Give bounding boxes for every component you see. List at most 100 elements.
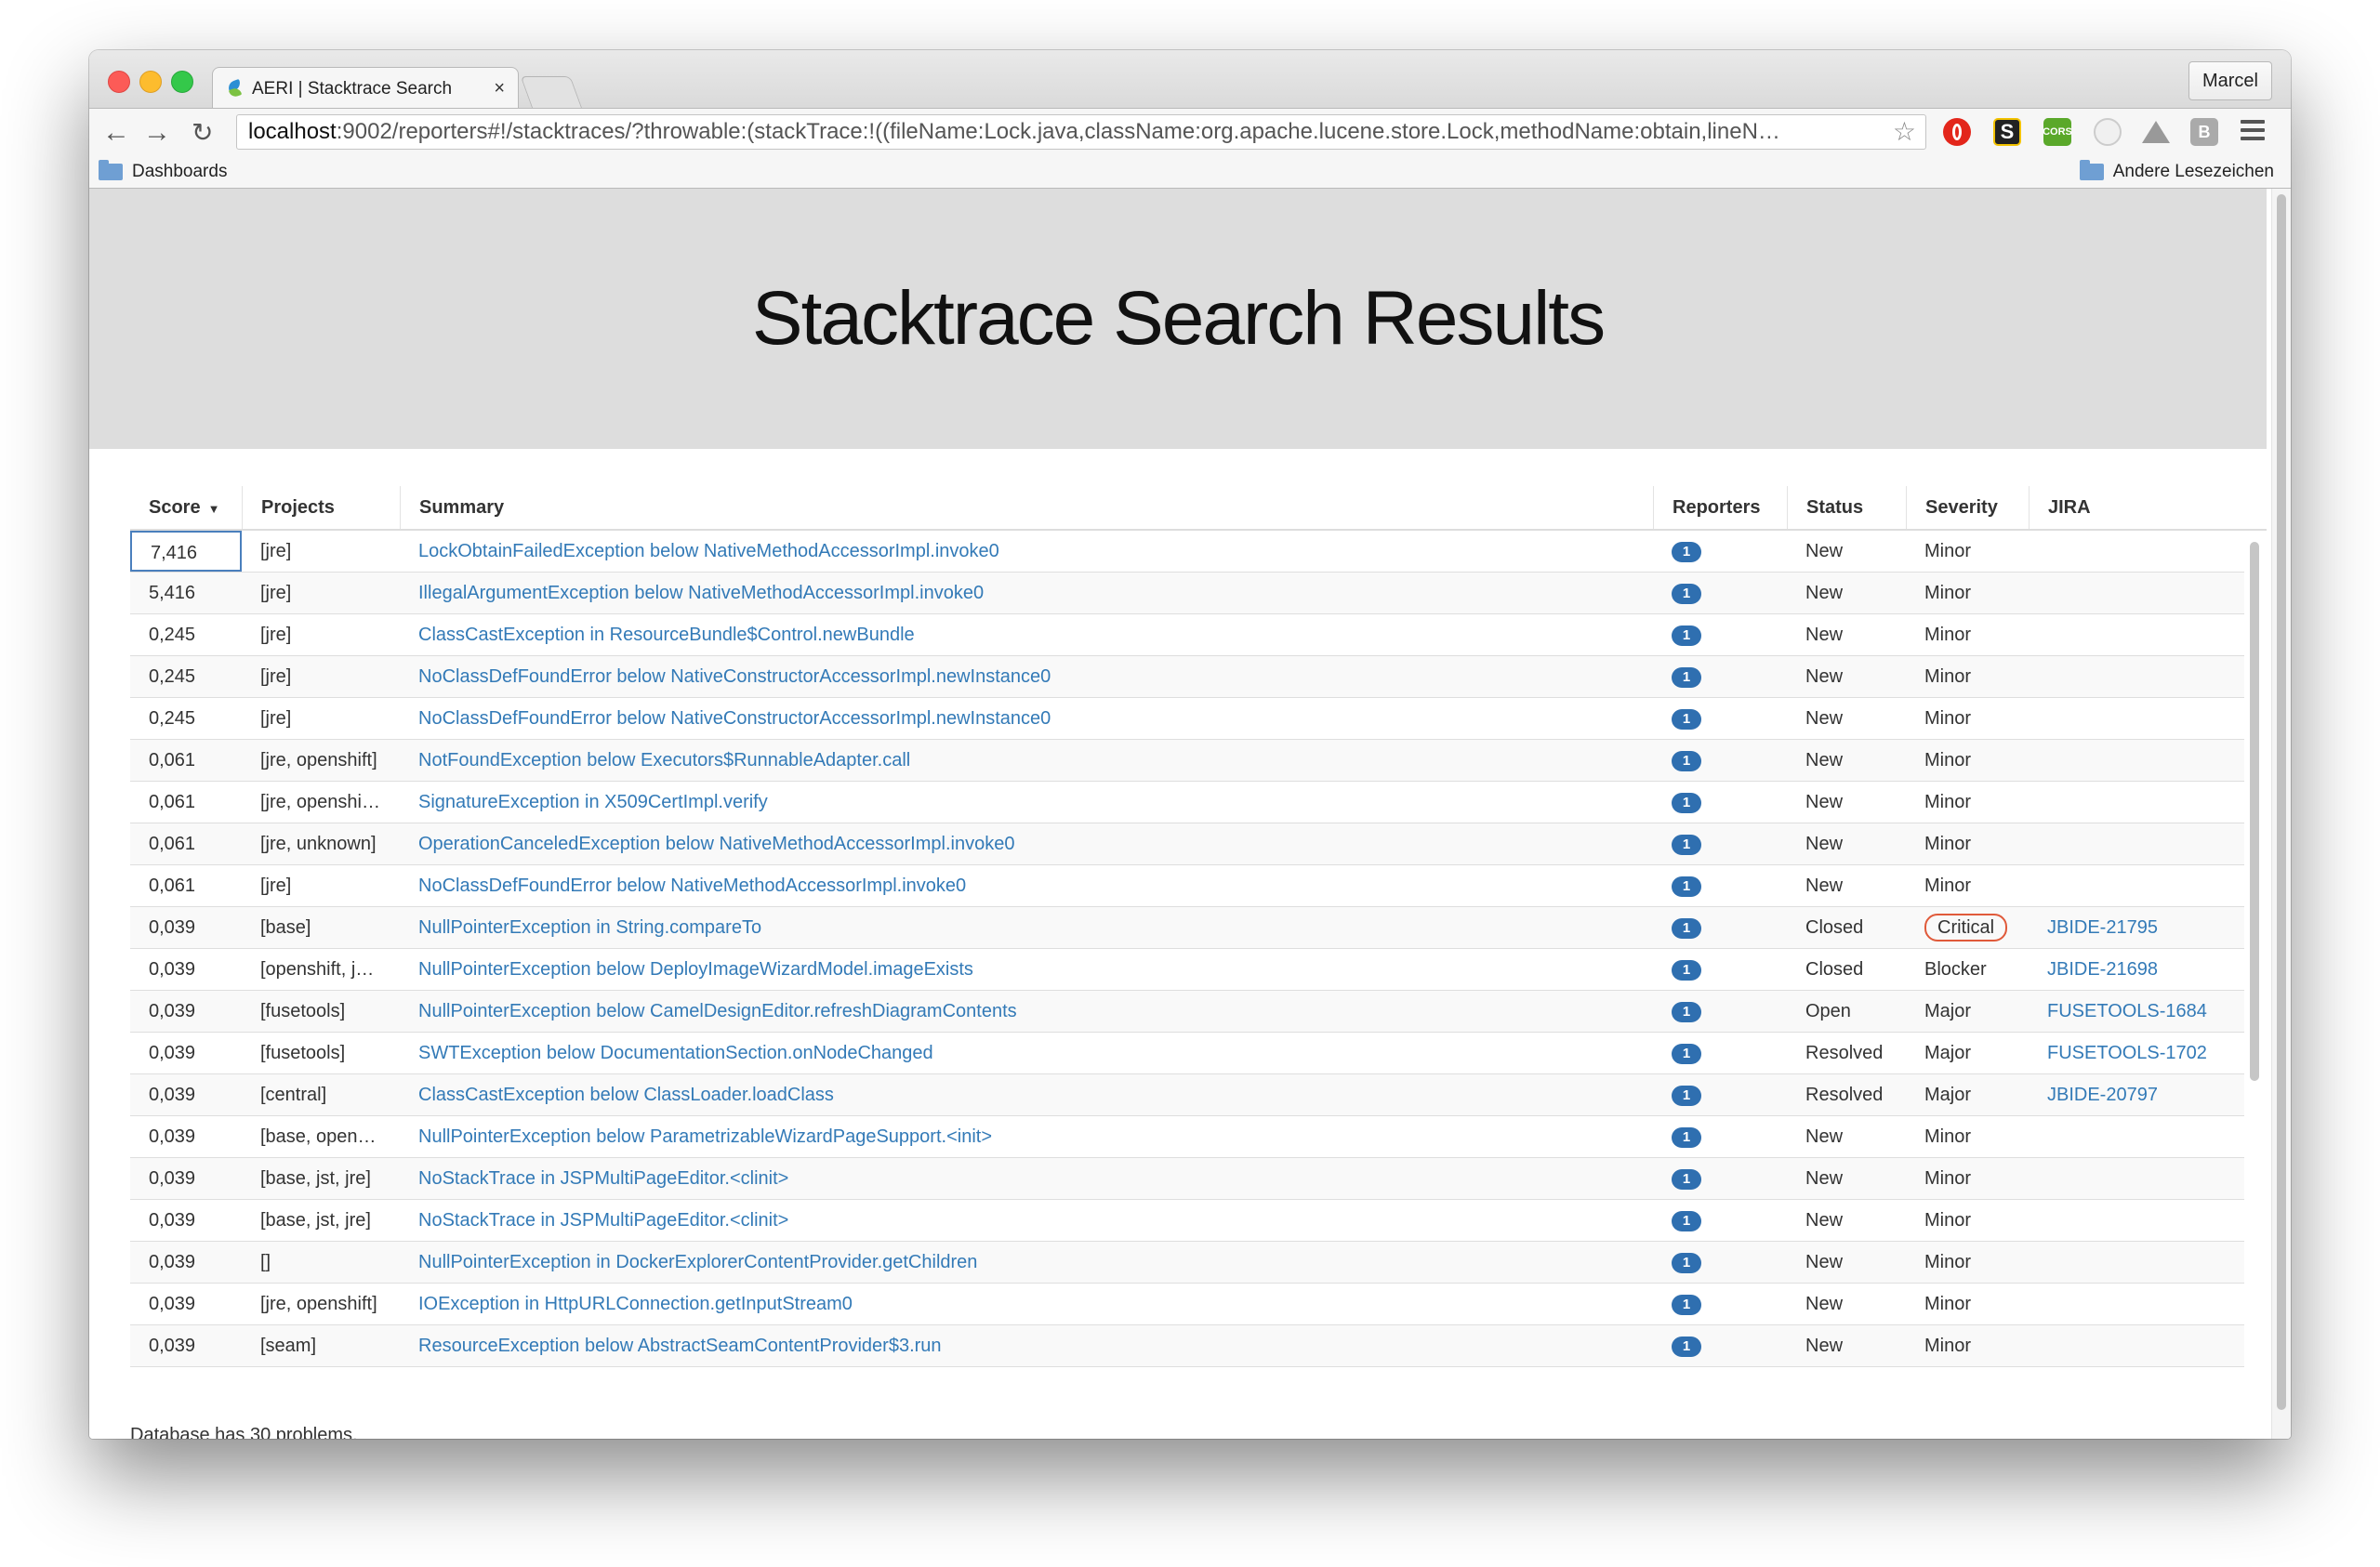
column-status[interactable]: Status	[1787, 486, 1906, 529]
reporters-badge: 1	[1672, 750, 1701, 771]
table-row[interactable]: 0,039 [] NullPointerException in DockerExp…	[130, 1242, 2244, 1284]
b-extension-icon[interactable]: B	[2190, 118, 2218, 146]
jira-link[interactable]: JBIDE-21698	[2047, 959, 2158, 980]
new-tab-button[interactable]	[520, 76, 583, 109]
summary-link[interactable]: LockObtainFailedException below NativeMe…	[418, 541, 999, 561]
table-row[interactable]: 0,039 [jre, openshift] IOException in Http…	[130, 1284, 2244, 1325]
page-scrollbar-thumb[interactable]	[2277, 194, 2286, 1410]
minimize-window-button[interactable]	[139, 71, 162, 93]
cors-extension-icon[interactable]: CORS	[2043, 118, 2072, 146]
summary-link[interactable]: NullPointerException below Parametrizabl…	[418, 1126, 992, 1147]
address-bar[interactable]: localhost:9002/reporters#!/stacktraces/?…	[236, 114, 1926, 150]
summary-link[interactable]: NullPointerException below CamelDesignEd…	[418, 1001, 1017, 1021]
ghostery-extension-icon[interactable]	[2094, 118, 2122, 146]
table-row[interactable]: 0,039 [seam] ResourceException below Abstr…	[130, 1325, 2244, 1367]
summary-link[interactable]: SWTException below DocumentationSection.…	[418, 1043, 933, 1063]
profile-button[interactable]: Marcel	[2188, 61, 2272, 100]
s-extension-icon[interactable]: S	[1993, 118, 2021, 146]
projects-cell: [jre]	[260, 583, 292, 603]
menu-icon[interactable]	[2241, 120, 2265, 145]
zoom-window-button[interactable]	[171, 71, 193, 93]
table-row[interactable]: 7,416 [jre] LockObtainFailedException belo…	[130, 531, 2244, 573]
summary-link[interactable]: ResourceException below AbstractSeamCont…	[418, 1336, 942, 1356]
reporters-badge: 1	[1672, 1210, 1701, 1231]
summary-link[interactable]: NoClassDefFoundError below NativeMethodA…	[418, 876, 966, 896]
table-row[interactable]: 0,061 [jre, unknown] OperationCanceledExce…	[130, 823, 2244, 865]
table-row[interactable]: 0,039 [openshift, j… NullPointerException …	[130, 949, 2244, 991]
projects-cell: [central]	[260, 1085, 327, 1105]
summary-link[interactable]: NullPointerException in DockerExplorerCo…	[418, 1252, 977, 1272]
summary-link[interactable]: NoClassDefFoundError below NativeConstru…	[418, 708, 1051, 729]
table-scrollbar-thumb[interactable]	[2250, 542, 2259, 1081]
summary-link[interactable]: NullPointerException below DeployImageWi…	[418, 959, 973, 980]
reporters-cell: 1	[1653, 991, 1787, 1032]
star-icon[interactable]: ☆	[1893, 115, 1916, 149]
table-row[interactable]: 0,061 [jre, openshi… SignatureException in…	[130, 782, 2244, 823]
score-cell: 0,245	[149, 625, 196, 645]
table-row[interactable]: 0,039 [base, jst, jre] NoStackTrace in JSP…	[130, 1158, 2244, 1200]
forward-icon[interactable]: →	[143, 116, 171, 150]
table-row[interactable]: 0,245 [jre] NoClassDefFoundError below Nat…	[130, 656, 2244, 698]
jira-link[interactable]: FUSETOOLS-1702	[2047, 1043, 2207, 1063]
summary-link[interactable]: ClassCastException in ResourceBundle$Con…	[418, 625, 915, 645]
table-row[interactable]: 0,061 [jre, openshift] NotFoundException b…	[130, 740, 2244, 782]
summary-link[interactable]: NotFoundException below Executors$Runnab…	[418, 750, 910, 770]
column-severity[interactable]: Severity	[1906, 486, 2029, 529]
opera-extension-icon[interactable]	[1943, 118, 1971, 146]
projects-cell: [jre]	[260, 541, 292, 561]
bookmark-dashboards[interactable]: Dashboards	[99, 156, 227, 188]
table-row[interactable]: 0,061 [jre] NoClassDefFoundError below Nat…	[130, 865, 2244, 907]
summary-link[interactable]: OperationCanceledException below NativeM…	[418, 834, 1014, 854]
summary-link[interactable]: IllegalArgumentException below NativeMet…	[418, 583, 984, 603]
reporters-badge: 1	[1672, 708, 1701, 730]
projects-cell: [jre, openshift]	[260, 1294, 377, 1314]
severity-cell: Minor	[1924, 1168, 1972, 1189]
bookmark-other[interactable]: Andere Lesezeichen	[2079, 156, 2274, 188]
summary-link[interactable]: IOException in HttpURLConnection.getInpu…	[418, 1294, 853, 1314]
column-jira[interactable]: JIRA	[2029, 486, 2244, 529]
table-row[interactable]: 0,245 [jre] ClassCastException in Resource…	[130, 614, 2244, 656]
column-summary[interactable]: Summary	[400, 486, 1653, 529]
column-score[interactable]: Score ▼	[130, 486, 242, 529]
jira-link[interactable]: JBIDE-20797	[2047, 1085, 2158, 1105]
table-row[interactable]: 0,039 [fusetools] SWTException below Docum…	[130, 1033, 2244, 1074]
table-row[interactable]: 0,039 [base] NullPointerException in Strin…	[130, 907, 2244, 949]
summary-link[interactable]: SignatureException in X509CertImpl.verif…	[418, 792, 768, 812]
drive-extension-icon[interactable]	[2142, 118, 2170, 146]
jira-link[interactable]: FUSETOOLS-1684	[2047, 1001, 2207, 1021]
summary-link[interactable]: NoClassDefFoundError below NativeConstru…	[418, 666, 1051, 687]
projects-cell: [fusetools]	[260, 1001, 346, 1021]
table-row[interactable]: 0,039 [central] ClassCastException below C…	[130, 1074, 2244, 1116]
status-cell: New	[1805, 876, 1844, 896]
summary-link[interactable]: ClassCastException below ClassLoader.loa…	[418, 1085, 834, 1105]
reporters-badge: 1	[1672, 792, 1701, 813]
summary-cell: NullPointerException below CamelDesignEd…	[400, 991, 1653, 1032]
back-icon[interactable]: ←	[102, 116, 130, 150]
summary-link[interactable]: NoStackTrace in JSPMultiPageEditor.<clin…	[418, 1210, 788, 1231]
projects-cell: [base, jst, jre]	[260, 1210, 371, 1231]
table-row[interactable]: 5,416 [jre] IllegalArgumentException below…	[130, 573, 2244, 614]
column-reporters[interactable]: Reporters	[1653, 486, 1787, 529]
column-projects[interactable]: Projects	[242, 486, 400, 529]
table-row[interactable]: 0,039 [base, jst, jre] NoStackTrace in JSP…	[130, 1200, 2244, 1242]
close-window-button[interactable]	[108, 71, 130, 93]
bookmarks-bar: Dashboards Andere Lesezeichen	[89, 156, 2291, 189]
score-cell: 0,039	[149, 1001, 196, 1021]
address-host: localhost	[248, 119, 337, 144]
table-row[interactable]: 0,245 [jre] NoClassDefFoundError below Nat…	[130, 698, 2244, 740]
score-cell: 0,061	[149, 876, 196, 896]
reporters-badge: 1	[1672, 1336, 1701, 1357]
tab-close-icon[interactable]: ×	[494, 78, 505, 99]
summary-link[interactable]: NoStackTrace in JSPMultiPageEditor.<clin…	[418, 1168, 788, 1189]
table-scrollbar[interactable]	[2248, 531, 2261, 1367]
table-body: 7,416 [jre] LockObtainFailedException belo…	[130, 531, 2244, 1367]
table-row[interactable]: 0,039 [fusetools] NullPointerException bel…	[130, 991, 2244, 1033]
reload-icon[interactable]: ↻	[192, 116, 213, 150]
browser-tab[interactable]: AERI | Stacktrace Search ×	[212, 67, 519, 110]
page-scrollbar[interactable]	[2271, 189, 2291, 1439]
jira-cell	[2029, 782, 2244, 823]
table-row[interactable]: 0,039 [base, open… NullPointerException be…	[130, 1116, 2244, 1158]
score-cell: 0,039	[149, 1043, 196, 1063]
jira-link[interactable]: JBIDE-21795	[2047, 917, 2158, 938]
summary-link[interactable]: NullPointerException in String.compareTo	[418, 917, 761, 938]
